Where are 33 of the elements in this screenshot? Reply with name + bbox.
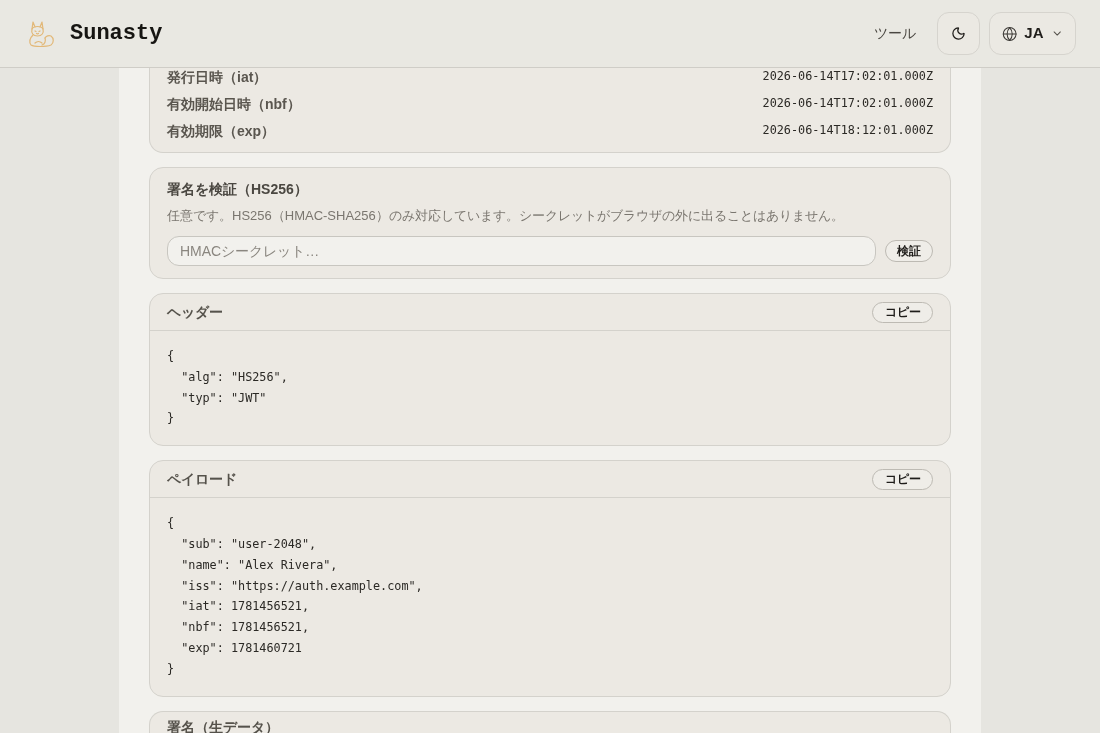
copy-button[interactable]: コピー bbox=[872, 468, 933, 490]
code-line: "iat": 1781456521, bbox=[180, 598, 310, 616]
claim-value: 2026-06-14T17:02:01.000Z bbox=[762, 95, 933, 113]
code-line: } bbox=[167, 410, 175, 428]
cat-logo-icon bbox=[26, 19, 56, 48]
claim-label: 有効開始日時（nbf） bbox=[167, 94, 301, 114]
code-line: "iss": "https://auth.example.com", bbox=[180, 577, 423, 595]
language-button[interactable]: JA bbox=[989, 12, 1076, 55]
claim-value: 2026-06-14T18:12:01.000Z bbox=[762, 122, 933, 140]
nav-link[interactable]: ツール bbox=[874, 23, 916, 44]
theme-toggle-button[interactable] bbox=[937, 12, 980, 55]
brand-name: Sunasty bbox=[70, 20, 163, 48]
section-title: ヘッダー bbox=[167, 302, 223, 322]
claim-label: 有効期限（exp） bbox=[167, 121, 276, 141]
globe-icon bbox=[1002, 25, 1018, 42]
claim-label: 発行日時（iat） bbox=[167, 68, 268, 87]
verify-button[interactable]: 検証 bbox=[885, 240, 933, 262]
section-title: ペイロード bbox=[167, 469, 237, 489]
verify-title: 署名を検証（HS256） bbox=[167, 180, 309, 199]
code-line: { bbox=[167, 348, 175, 365]
code-line: "typ": "JWT" bbox=[180, 389, 267, 407]
code-line: "alg": "HS256", bbox=[180, 368, 288, 386]
code-line: "sub": "user-2048", bbox=[180, 536, 317, 553]
copy-button[interactable]: コピー bbox=[872, 301, 933, 323]
verify-description: 任意です。HS256（HMAC-SHA256）のみ対応しています。シークレットがブラウザの外に出ることはありません。 bbox=[167, 207, 845, 225]
code-line: { bbox=[167, 515, 175, 533]
secret-input[interactable]: HMACシークレット… bbox=[167, 236, 876, 266]
code-line: } bbox=[167, 660, 175, 678]
code-line: "nbf": 1781456521, bbox=[180, 619, 310, 637]
code-line: "exp": 1781460721 bbox=[180, 639, 302, 657]
code-line: "name": "Alex Rivera", bbox=[180, 556, 338, 574]
claim-value: 2026-06-14T17:02:01.000Z bbox=[762, 68, 933, 86]
moon-icon bbox=[951, 26, 966, 41]
